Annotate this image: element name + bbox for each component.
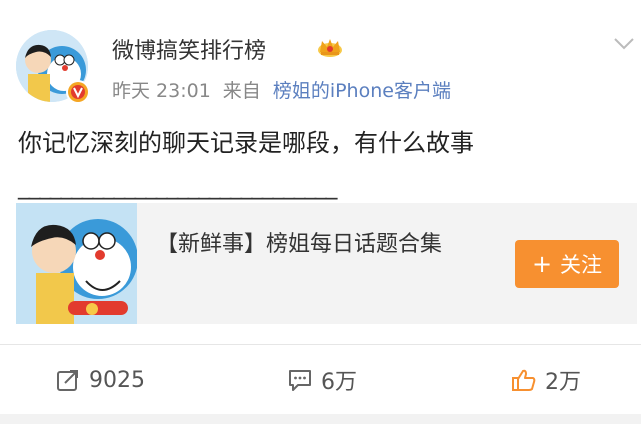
- verified-badge-icon: [66, 80, 90, 104]
- post-meta: 昨天 23:01 来自 榜姐的iPhone客户端: [112, 76, 451, 103]
- crown-icon: [317, 36, 343, 58]
- card-thumbnail: [16, 203, 137, 324]
- plus-icon: +: [531, 250, 553, 278]
- post-text: 你记忆深刻的聊天记录是哪段，有什么故事: [18, 129, 474, 157]
- post-time: 昨天 23:01: [112, 80, 211, 102]
- chevron-down-icon[interactable]: [612, 36, 636, 52]
- like-button[interactable]: 2万: [511, 362, 581, 398]
- follow-button[interactable]: + 关注: [515, 240, 619, 288]
- comment-count: 6万: [321, 370, 357, 395]
- thumbs-up-icon: [512, 369, 536, 391]
- comment-button[interactable]: 6万: [287, 362, 357, 398]
- forward-icon: [57, 370, 78, 391]
- follow-label: 关注: [560, 253, 603, 277]
- topic-card[interactable]: 【新鲜事】榜姐每日话题合集 + 关注: [16, 203, 637, 324]
- action-bar-divider: [0, 344, 641, 345]
- card-title[interactable]: 【新鲜事】榜姐每日话题合集: [156, 227, 486, 263]
- source-prefix: 来自: [222, 80, 261, 102]
- forward-button[interactable]: 9025: [55, 362, 145, 398]
- comment-icon: [289, 370, 311, 391]
- source-app-link[interactable]: 榜姐的iPhone客户端: [273, 80, 451, 102]
- forward-count: 9025: [89, 367, 145, 393]
- like-count: 2万: [545, 370, 581, 395]
- author-name[interactable]: 微博搞笑排行榜: [112, 33, 266, 65]
- feed-separator: [0, 414, 641, 424]
- text-divider: ______________________________: [18, 172, 337, 200]
